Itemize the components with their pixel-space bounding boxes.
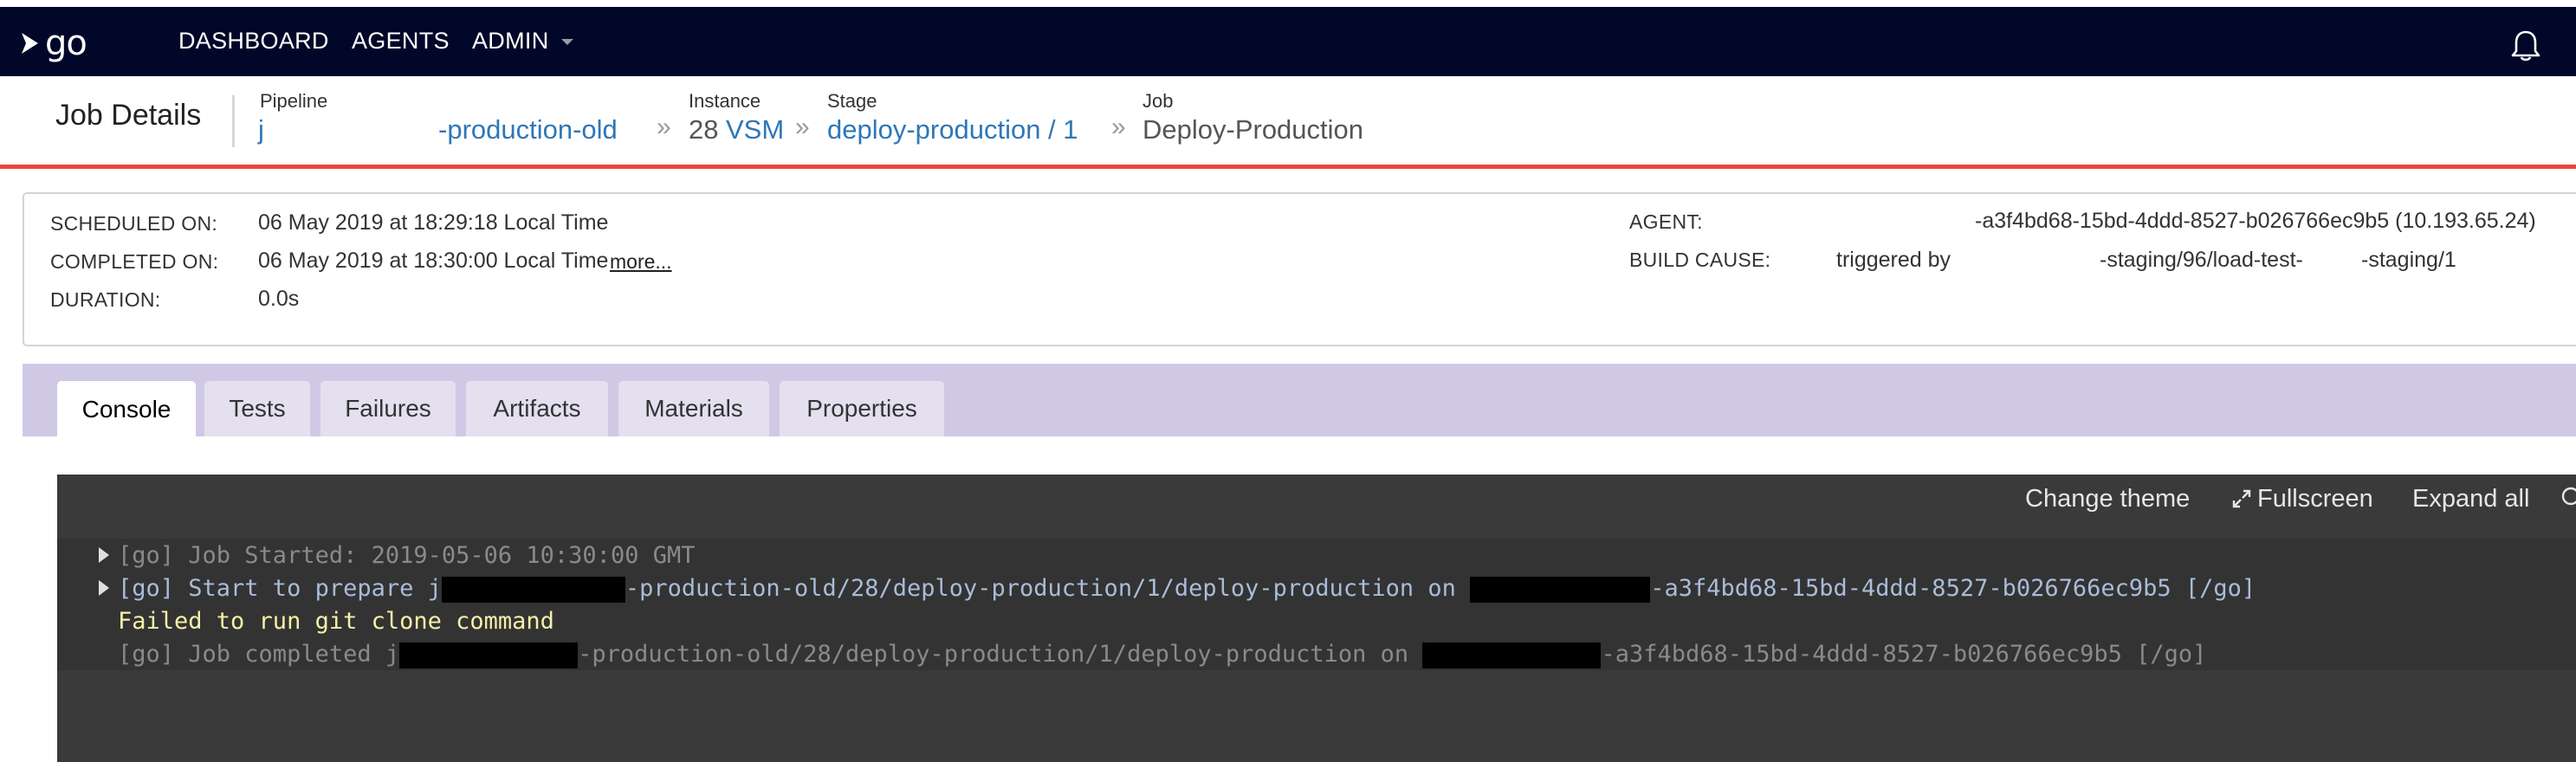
build-cause-label: BUILD CAUSE: [1629,249,1771,271]
pipeline-link[interactable]: j [258,114,264,145]
log-completed-part3: -a3f4bd68-15bd-4ddd-8527-b026766ec9b5 [/… [1601,641,2207,668]
tab-artifacts-label: Artifacts [493,395,581,422]
tab-materials-label: Materials [644,395,743,422]
completed-on-value: 06 May 2019 at 18:30:00 Local Time [258,249,609,273]
tab-console[interactable]: Console [57,381,196,438]
log-line-job-completed: [go] Job completed j -production-old/28/d… [118,641,2206,668]
pipeline-link-prefix: j [258,114,264,145]
top-navigation-bar: go DASHBOARD AGENTS ADMIN [0,7,2576,76]
log-prepare-part2: -production-old/28/deploy-production/1/d… [625,575,1471,602]
expand-all-button[interactable]: Expand all [2412,485,2529,513]
scheduled-on-label: SCHEDULED ON: [50,212,218,235]
more-link[interactable]: more... [610,250,672,274]
redacted-block [1470,576,1651,603]
stage-link[interactable]: deploy-production / 1 [827,114,1078,145]
build-cause-stage[interactable]: -staging/1 [2361,248,2456,273]
change-theme-button[interactable]: Change theme [2025,485,2190,513]
nav-admin-link[interactable]: ADMIN [472,28,574,55]
tab-properties[interactable]: Properties [780,381,944,436]
nav-agents-link[interactable]: AGENTS [352,28,450,55]
duration-label: DURATION: [50,288,161,311]
nav-admin-label: ADMIN [472,28,549,54]
duration-value: 0.0s [258,287,300,311]
completed-on-label: COMPLETED ON: [50,250,219,273]
breadcrumb-separator-icon: » [795,113,810,141]
log-prepare-part3: -a3f4bd68-15bd-4ddd-8527-b026766ec9b5 [/… [1650,575,2256,602]
log-line-prepare: [go] Start to prepare j -production-old/2… [118,575,2256,603]
tab-tests-label: Tests [229,395,286,422]
log-prepare-part1: [go] Start to prepare j [118,575,442,602]
build-cause-pipeline[interactable]: -staging/96/load-test- [2100,248,2303,273]
job-name: Deploy-Production [1142,114,1364,145]
expand-arrows-icon [2232,489,2251,508]
breadcrumb-separator-icon: » [1111,113,1126,141]
pipeline-label: Pipeline [260,90,328,112]
instance-label: Instance [689,90,761,112]
tab-failures-label: Failures [345,395,431,422]
redacted-block [399,642,579,668]
logo-text: go [45,23,87,63]
chevron-down-icon [561,38,574,45]
job-details-header: Job Details Pipeline j -production-old »… [0,76,2576,169]
redacted-block [441,576,625,603]
page-title: Job Details [55,99,202,132]
pipeline-link-suffix[interactable]: -production-old [438,114,618,145]
agent-label: AGENT: [1629,210,1703,233]
notification-bell-icon[interactable] [2510,29,2541,67]
tab-console-label: Console [81,396,172,423]
expand-triangle-icon[interactable] [99,580,109,596]
gocd-logo[interactable]: go [19,23,87,63]
stage-label: Stage [827,90,877,112]
agent-link[interactable]: -a3f4bd68-15bd-4ddd-8527-b026766ec9b5 (1… [1975,209,2536,234]
log-completed-part2: -production-old/28/deploy-production/1/d… [578,641,1423,668]
redacted-block [1422,642,1602,668]
scheduled-on-value: 06 May 2019 at 18:29:18 Local Time [258,210,609,235]
tab-properties-label: Properties [806,395,917,422]
settings-gear-icon[interactable] [2560,485,2576,513]
log-completed-part1: [go] Job completed j [118,641,400,668]
nav-dashboard-link[interactable]: DASHBOARD [178,28,329,55]
expand-triangle-icon[interactable] [99,547,109,563]
tab-artifacts[interactable]: Artifacts [466,381,608,436]
tab-failures[interactable]: Failures [320,381,456,436]
breadcrumb-separator-icon: » [657,113,671,141]
vsm-link[interactable]: VSM [726,114,784,145]
log-line-job-started: [go] Job Started: 2019-05-06 10:30:00 GM… [118,542,696,569]
tab-materials[interactable]: Materials [618,381,769,436]
tab-tests[interactable]: Tests [204,381,310,436]
instance-number: 28 [689,114,719,145]
job-label: Job [1142,90,1174,112]
fullscreen-label: Fullscreen [2257,485,2373,513]
log-line-error: Failed to run git clone command [118,608,554,635]
fullscreen-button[interactable]: Fullscreen [2231,485,2373,513]
header-divider [232,95,235,147]
build-cause-prefix: triggered by [1836,248,1951,272]
gocd-logo-icon [22,33,38,54]
